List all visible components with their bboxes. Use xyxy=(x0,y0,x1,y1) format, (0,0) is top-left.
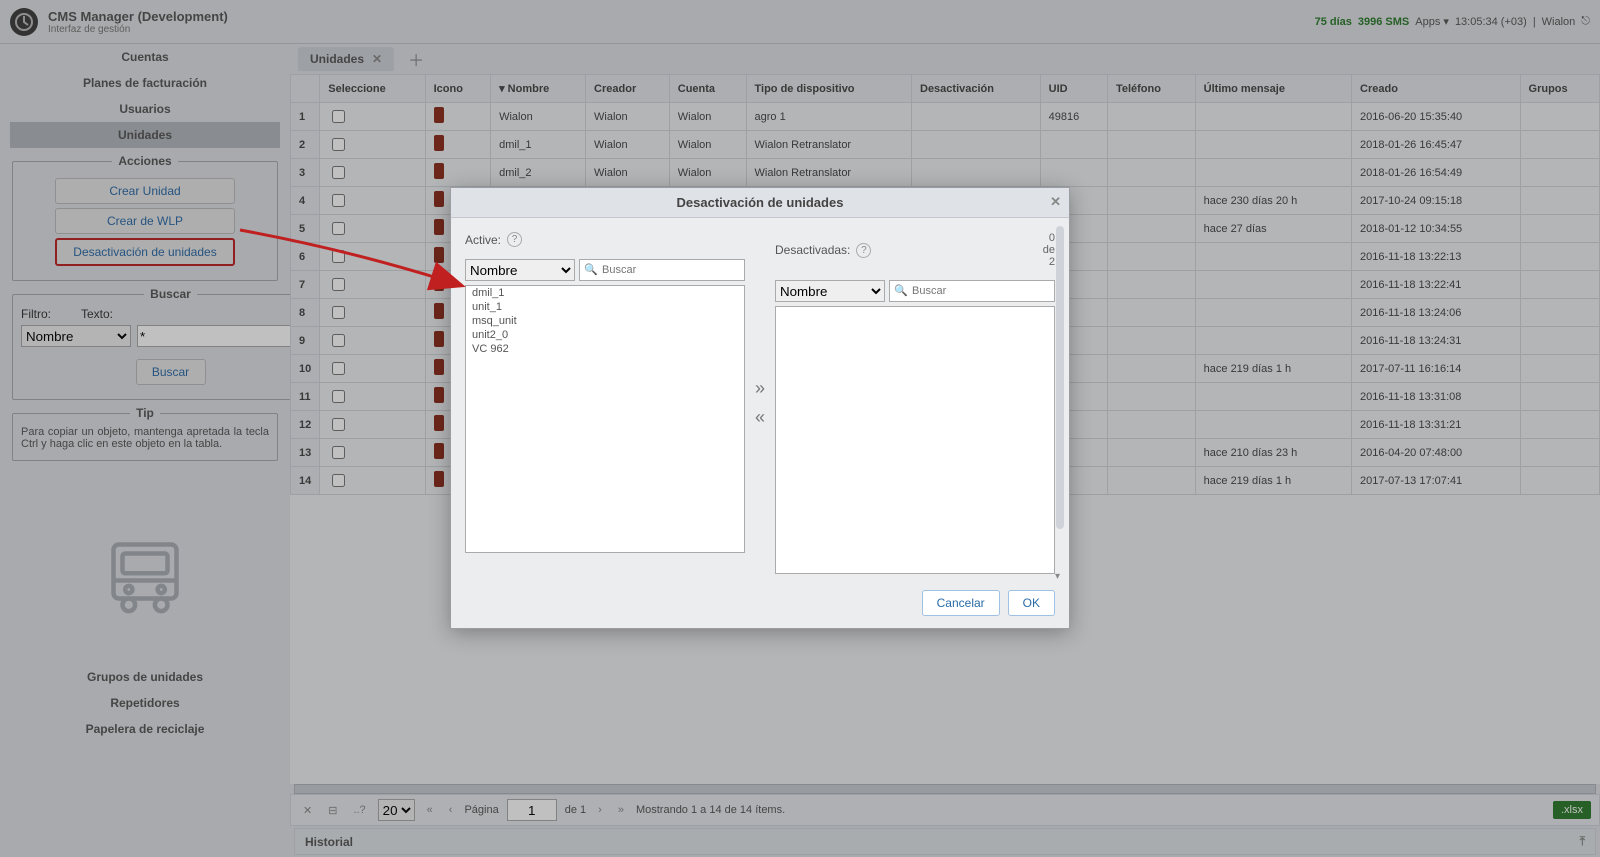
mover-buttons: » « xyxy=(755,232,765,574)
help-icon[interactable]: ? xyxy=(507,232,522,247)
help-icon[interactable]: ? xyxy=(856,243,871,258)
ok-button[interactable]: OK xyxy=(1008,590,1055,616)
search-icon: 🔍 xyxy=(584,263,598,276)
counter: 0 de 2 xyxy=(1043,232,1055,268)
active-search-input[interactable] xyxy=(579,259,745,281)
active-filter-select[interactable]: Nombre xyxy=(465,259,575,281)
deactivated-label: Desactivadas: xyxy=(775,243,850,257)
list-item[interactable]: unit2_0 xyxy=(466,328,744,342)
list-item[interactable]: VC 962 xyxy=(466,342,744,356)
active-panel: Active: ? Nombre 🔍 dmil_1unit_1msq_unitu… xyxy=(465,232,745,574)
deactivate-dialog: Desactivación de unidades ✕ Active: ? No… xyxy=(450,187,1070,629)
active-listbox[interactable]: dmil_1unit_1msq_unitunit2_0VC 962 xyxy=(465,285,745,553)
dialog-title: Desactivación de unidades ✕ xyxy=(451,188,1069,218)
deactivated-listbox[interactable] xyxy=(775,306,1055,574)
dialog-scrollbar[interactable]: ▾ xyxy=(1055,226,1065,582)
deact-filter-select[interactable]: Nombre xyxy=(775,280,885,302)
list-item[interactable]: unit_1 xyxy=(466,300,744,314)
search-icon: 🔍 xyxy=(894,284,908,297)
deact-search-input[interactable] xyxy=(889,280,1055,302)
active-label: Active: xyxy=(465,233,501,247)
cancel-button[interactable]: Cancelar xyxy=(922,590,1000,616)
deactivated-panel: Desactivadas: ? 0 de 2 Nombre 🔍 xyxy=(775,232,1055,574)
move-left-icon[interactable]: « xyxy=(755,407,765,428)
list-item[interactable]: dmil_1 xyxy=(466,286,744,300)
dialog-close-icon[interactable]: ✕ xyxy=(1050,194,1061,210)
list-item[interactable]: msq_unit xyxy=(466,314,744,328)
move-right-icon[interactable]: » xyxy=(755,378,765,399)
